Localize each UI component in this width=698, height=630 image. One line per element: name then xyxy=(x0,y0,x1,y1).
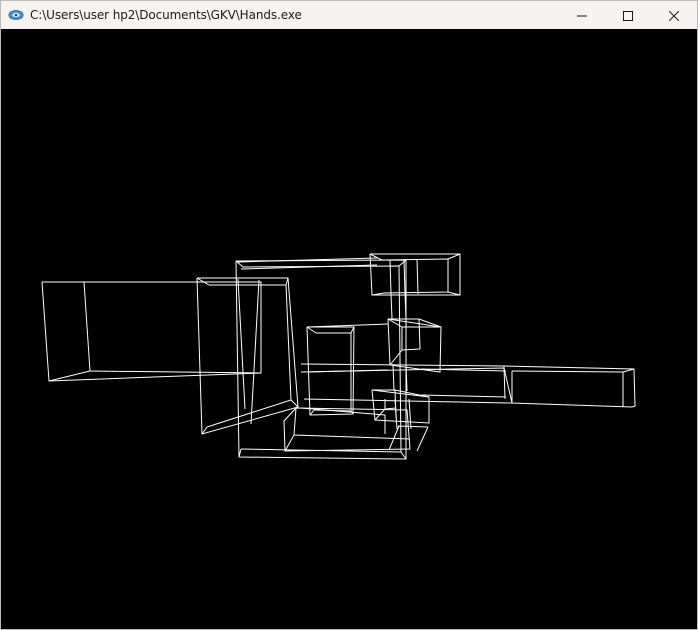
close-icon xyxy=(668,6,680,25)
close-button[interactable] xyxy=(651,1,697,29)
opengl-viewport[interactable] xyxy=(1,29,697,629)
app-icon[interactable] xyxy=(8,7,24,23)
app-window: C:\Users\user hp2\Documents\GKV\Hands.ex… xyxy=(0,0,698,630)
maximize-button[interactable] xyxy=(605,1,651,29)
caption-buttons xyxy=(559,1,697,29)
wireframe-box-mid-cube xyxy=(387,318,442,373)
wireframe-box-left-arm xyxy=(41,281,262,382)
window-title: C:\Users\user hp2\Documents\GKV\Hands.ex… xyxy=(30,8,302,22)
title-bar[interactable]: C:\Users\user hp2\Documents\GKV\Hands.ex… xyxy=(1,1,697,29)
maximize-icon xyxy=(623,6,633,25)
wireframe-box-palm xyxy=(196,277,299,435)
wireframe-box-top-tip xyxy=(369,253,461,296)
minimize-button[interactable] xyxy=(559,1,605,29)
wireframe-scene xyxy=(41,253,636,460)
minimize-icon xyxy=(577,6,587,25)
wireframe-box-thumb xyxy=(306,323,389,416)
